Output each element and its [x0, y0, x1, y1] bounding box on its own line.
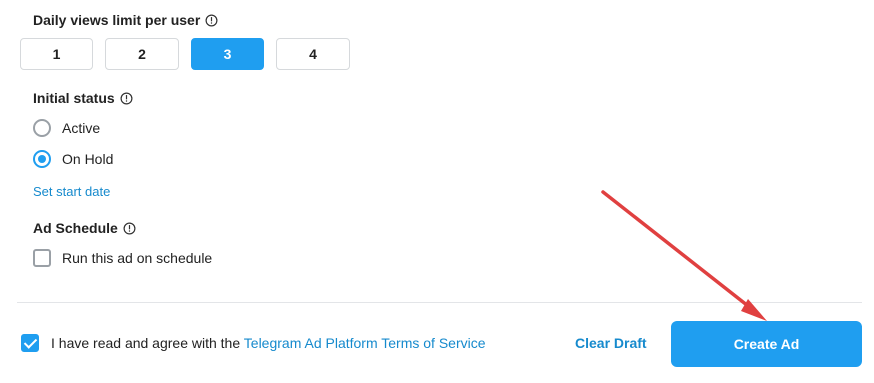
schedule-checkbox-label: Run this ad on schedule [62, 250, 213, 266]
radio-icon[interactable] [33, 119, 51, 137]
agree-text: I have read and agree with the Telegram … [51, 335, 486, 351]
terms-agree-row[interactable]: I have read and agree with the Telegram … [21, 334, 486, 352]
status-option-label: On Hold [62, 151, 114, 167]
info-icon[interactable] [205, 14, 218, 27]
views-option-1[interactable]: 1 [20, 38, 93, 70]
radio-checked-icon[interactable] [33, 150, 51, 168]
status-radio-active[interactable]: Active [33, 119, 100, 137]
agree-prefix: I have read and agree with the [51, 335, 244, 351]
views-option-3[interactable]: 3 [191, 38, 264, 70]
initial-status-label-text: Initial status [33, 90, 115, 106]
status-radio-on-hold[interactable]: On Hold [33, 150, 113, 168]
daily-views-label-text: Daily views limit per user [33, 12, 201, 28]
info-icon[interactable] [120, 92, 133, 105]
schedule-checkbox[interactable] [33, 249, 51, 267]
agree-checkbox[interactable] [21, 334, 39, 352]
set-start-date-link[interactable]: Set start date [33, 184, 110, 199]
schedule-checkbox-row[interactable]: Run this ad on schedule [33, 249, 212, 267]
terms-of-service-link[interactable]: Telegram Ad Platform Terms of Service [244, 335, 486, 351]
initial-status-label: Initial status [33, 90, 133, 106]
ad-schedule-label-text: Ad Schedule [33, 220, 118, 236]
info-icon[interactable] [123, 222, 136, 235]
create-ad-button[interactable]: Create Ad [671, 321, 862, 367]
views-option-4[interactable]: 4 [276, 38, 350, 70]
ad-schedule-label: Ad Schedule [33, 220, 136, 236]
views-option-2[interactable]: 2 [105, 38, 179, 70]
divider [17, 302, 862, 303]
daily-views-label: Daily views limit per user [33, 12, 218, 28]
status-option-label: Active [62, 120, 101, 136]
clear-draft-button[interactable]: Clear Draft [575, 335, 647, 351]
